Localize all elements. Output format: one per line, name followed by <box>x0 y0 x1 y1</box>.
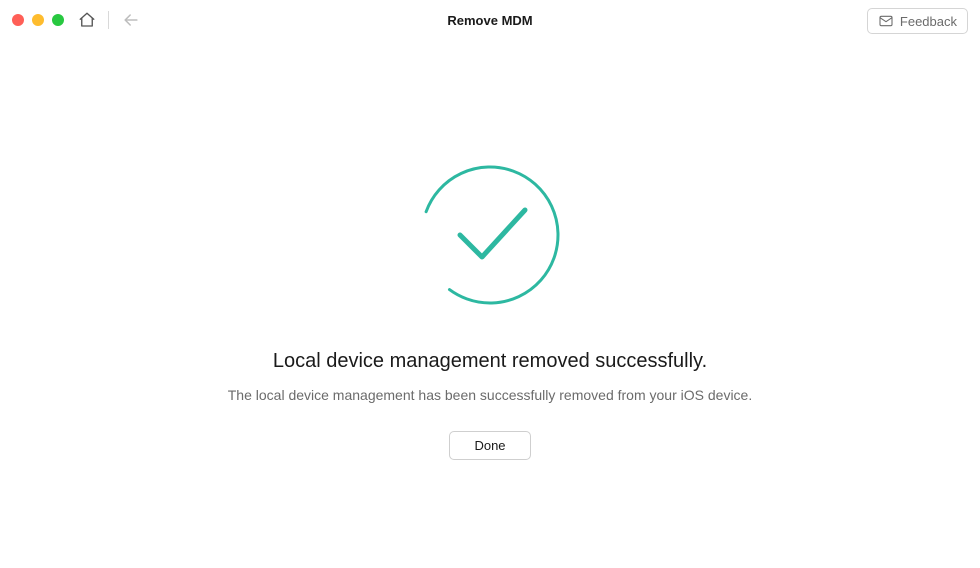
window-controls <box>12 14 64 26</box>
home-button[interactable] <box>78 11 96 29</box>
success-checkmark-icon <box>415 160 565 310</box>
feedback-label: Feedback <box>900 14 957 29</box>
arrow-left-icon <box>121 10 141 30</box>
success-subtext: The local device management has been suc… <box>228 387 752 403</box>
feedback-button[interactable]: Feedback <box>867 8 968 34</box>
maximize-window-button[interactable] <box>52 14 64 26</box>
main-content: Local device management removed successf… <box>0 40 980 460</box>
done-button[interactable]: Done <box>449 431 530 460</box>
minimize-window-button[interactable] <box>32 14 44 26</box>
close-window-button[interactable] <box>12 14 24 26</box>
success-headline: Local device management removed successf… <box>273 350 707 373</box>
titlebar: Remove MDM Feedback <box>0 0 980 40</box>
home-icon <box>78 11 96 29</box>
mail-icon <box>878 13 894 29</box>
window-title: Remove MDM <box>447 13 532 28</box>
titlebar-divider <box>108 11 109 29</box>
back-button[interactable] <box>121 10 141 30</box>
